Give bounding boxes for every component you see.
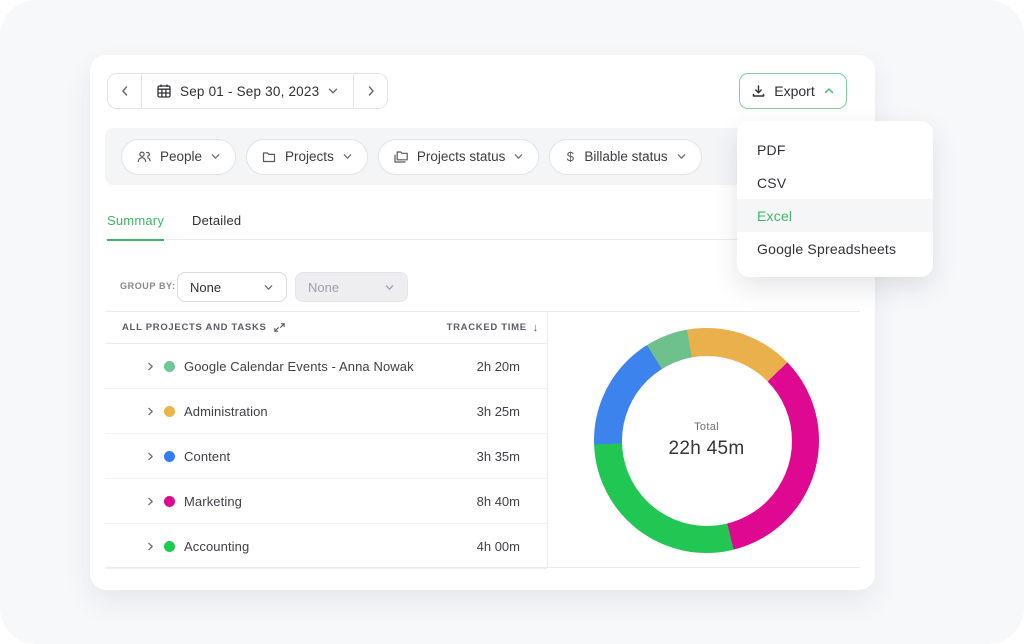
filter-projects-status[interactable]: Projects status bbox=[378, 139, 540, 175]
group-by-primary-select[interactable]: None bbox=[177, 272, 287, 302]
table-row[interactable]: Accounting 4h 00m bbox=[105, 524, 547, 569]
chevron-up-icon bbox=[823, 85, 835, 97]
report-content: ALL PROJECTS AND TASKS TRACKED TIME ↓ bbox=[105, 311, 860, 568]
table-row[interactable]: Google Calendar Events - Anna Nowak 2h 2… bbox=[105, 344, 547, 389]
chevron-down-icon bbox=[513, 151, 524, 162]
table-header-row: ALL PROJECTS AND TASKS TRACKED TIME ↓ bbox=[105, 312, 547, 344]
chevron-left-icon bbox=[118, 84, 132, 98]
chevron-right-icon[interactable] bbox=[145, 541, 156, 552]
chevron-down-icon bbox=[263, 282, 274, 293]
project-color-dot bbox=[164, 406, 175, 417]
export-option-pdf[interactable]: PDF bbox=[737, 133, 933, 166]
group-by-primary-value: None bbox=[190, 280, 221, 295]
export-dropdown-menu: PDF CSV Excel Google Spreadsheets bbox=[737, 121, 933, 277]
project-color-dot bbox=[164, 496, 175, 507]
group-by-secondary-select[interactable]: None bbox=[295, 272, 408, 302]
chevron-right-icon[interactable] bbox=[145, 406, 156, 417]
table-row[interactable]: Marketing 8h 40m bbox=[105, 479, 547, 524]
filter-people[interactable]: People bbox=[121, 139, 236, 175]
table-row[interactable]: Administration 3h 25m bbox=[105, 389, 547, 434]
chart-panel: Total 22h 45m bbox=[547, 312, 860, 567]
filter-people-label: People bbox=[160, 149, 202, 164]
tracked-time-value: 4h 00m bbox=[477, 539, 520, 554]
tracked-time-donut-chart[interactable]: Total 22h 45m bbox=[594, 328, 819, 553]
donut-total-value: 22h 45m bbox=[668, 438, 744, 460]
filter-projects-label: Projects bbox=[285, 149, 334, 164]
expand-icon[interactable] bbox=[273, 321, 286, 334]
tracked-time-value: 8h 40m bbox=[477, 494, 520, 509]
export-button[interactable]: Export bbox=[739, 73, 847, 109]
group-by-secondary-value: None bbox=[308, 280, 339, 295]
donut-center: Total 22h 45m bbox=[622, 356, 792, 526]
export-option-google-spreadsheets[interactable]: Google Spreadsheets bbox=[737, 232, 933, 265]
header-tracked-time[interactable]: TRACKED TIME ↓ bbox=[447, 322, 539, 334]
tracked-time-value: 2h 20m bbox=[477, 359, 520, 374]
date-range-label: Sep 01 - Sep 30, 2023 bbox=[180, 84, 319, 99]
donut-total-label: Total bbox=[694, 421, 719, 433]
table-row[interactable]: Content 3h 35m bbox=[105, 434, 547, 479]
filter-billable-status[interactable]: $ Billable status bbox=[549, 139, 701, 175]
header-all-projects: ALL PROJECTS AND TASKS bbox=[122, 321, 286, 334]
chevron-right-icon[interactable] bbox=[145, 361, 156, 372]
date-range-control: Sep 01 - Sep 30, 2023 bbox=[107, 73, 388, 109]
chevron-down-icon bbox=[327, 85, 339, 97]
tracked-time-value: 3h 25m bbox=[477, 404, 520, 419]
project-color-dot bbox=[164, 541, 175, 552]
sort-descending-icon: ↓ bbox=[533, 322, 539, 334]
project-color-dot bbox=[164, 361, 175, 372]
chevron-right-icon[interactable] bbox=[145, 496, 156, 507]
export-option-excel[interactable]: Excel bbox=[737, 199, 933, 232]
header-all-projects-label: ALL PROJECTS AND TASKS bbox=[122, 322, 267, 333]
export-option-csv[interactable]: CSV bbox=[737, 166, 933, 199]
chevron-right-icon[interactable] bbox=[145, 451, 156, 462]
header-tracked-time-label: TRACKED TIME bbox=[447, 322, 527, 333]
folders-icon bbox=[393, 149, 409, 165]
tab-summary[interactable]: Summary bbox=[107, 213, 164, 241]
project-name: Content bbox=[184, 449, 477, 464]
tab-bar: Summary Detailed bbox=[107, 213, 241, 241]
calendar-icon bbox=[156, 83, 172, 99]
projects-table: ALL PROJECTS AND TASKS TRACKED TIME ↓ bbox=[105, 312, 547, 567]
project-color-dot bbox=[164, 451, 175, 462]
download-icon bbox=[751, 84, 766, 99]
date-range-picker[interactable]: Sep 01 - Sep 30, 2023 bbox=[141, 74, 354, 108]
page-background: Sep 01 - Sep 30, 2023 Export bbox=[0, 0, 1024, 644]
chevron-down-icon bbox=[210, 151, 221, 162]
filter-projects-status-label: Projects status bbox=[417, 149, 506, 164]
filter-projects[interactable]: Projects bbox=[246, 139, 368, 175]
chevron-right-icon bbox=[364, 84, 378, 98]
group-by-label: GROUP BY: bbox=[120, 281, 176, 291]
tracked-time-value: 3h 35m bbox=[477, 449, 520, 464]
tab-detailed[interactable]: Detailed bbox=[192, 213, 241, 241]
chevron-down-icon bbox=[384, 282, 395, 293]
people-icon bbox=[136, 149, 152, 165]
project-name: Administration bbox=[184, 404, 477, 419]
next-period-button[interactable] bbox=[354, 74, 387, 108]
chevron-down-icon bbox=[676, 151, 687, 162]
project-name: Marketing bbox=[184, 494, 477, 509]
folder-icon bbox=[261, 149, 277, 165]
chevron-down-icon bbox=[342, 151, 353, 162]
previous-period-button[interactable] bbox=[108, 74, 141, 108]
export-button-label: Export bbox=[774, 83, 814, 99]
dollar-icon: $ bbox=[564, 149, 576, 164]
filter-billable-status-label: Billable status bbox=[584, 149, 667, 164]
project-name: Accounting bbox=[184, 539, 477, 554]
project-name: Google Calendar Events - Anna Nowak bbox=[184, 359, 477, 374]
